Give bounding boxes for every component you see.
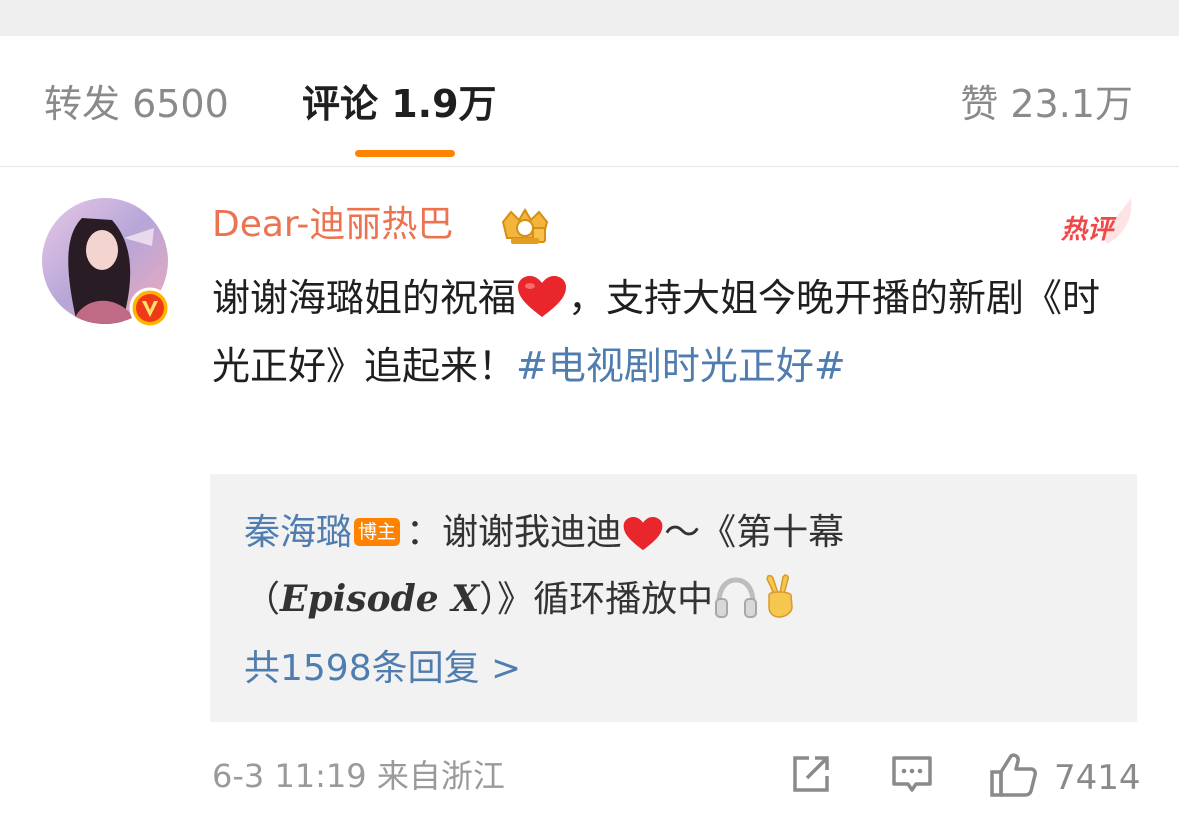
- comment-icon[interactable]: [890, 752, 934, 796]
- tab-repost[interactable]: 转发 6500: [44, 80, 229, 128]
- top-gap: [0, 0, 1179, 36]
- crown-badge-icon: [501, 208, 549, 244]
- comment-text: 谢谢海璐姐的祝福 ，支持大姐今晚开播的新剧《时光正好》追起来！#电视剧时光正好#: [212, 264, 1132, 400]
- topic-link[interactable]: #电视剧时光正好#: [516, 344, 846, 388]
- heart-emoji: [518, 276, 567, 317]
- reply-box[interactable]: 秦海璐 博主 ：谢谢我迪迪 ～《第十幕 （Episode X）》循环播放中 共1598条…: [210, 474, 1137, 722]
- location: 来自浙江: [376, 757, 505, 795]
- blogger-badge: 博主: [354, 518, 401, 546]
- reply-colon: ：: [406, 512, 443, 553]
- episode-title: Episode X: [280, 578, 480, 620]
- reply-text: 秦海璐 博主 ：谢谢我迪迪 ～《第十幕 （Episode X）》循环播放中: [244, 500, 1124, 633]
- verified-v-icon: [129, 287, 171, 329]
- reply-text-part: ）》循环播放中: [479, 579, 714, 620]
- heart-emoji: [623, 517, 663, 551]
- comment-meta: 6-3 11:19 来自浙江: [212, 754, 505, 798]
- comment-tabs: 转发 6500 评论 1.9万 赞 23.1万: [0, 36, 1179, 167]
- like-count: 7414: [1054, 758, 1141, 798]
- reply-text-part: ～《第十幕: [664, 512, 845, 553]
- headphones-emoji: [715, 577, 758, 618]
- view-replies-link[interactable]: 共1598条回复 >: [244, 646, 521, 692]
- hot-label: 热评: [1060, 215, 1117, 245]
- reply-text-part: （: [244, 579, 281, 620]
- comment-text-part: 谢谢海璐姐的祝福: [212, 276, 517, 320]
- active-tab-indicator: [355, 150, 455, 157]
- comment-username[interactable]: Dear-迪丽热巴: [212, 202, 453, 248]
- thumbs-up-icon[interactable]: [989, 752, 1039, 798]
- reply-author[interactable]: 秦海璐: [244, 512, 352, 553]
- timestamp: 6-3 11:19: [212, 757, 367, 795]
- share-icon[interactable]: [789, 752, 833, 796]
- hot-comment-badge: 热评: [1060, 198, 1132, 245]
- tab-like[interactable]: 赞 23.1万: [960, 80, 1133, 128]
- victory-hand-emoji: [766, 574, 793, 618]
- reply-text-part: 谢谢我迪迪: [442, 512, 623, 553]
- tab-comment[interactable]: 评论 1.9万: [302, 80, 497, 128]
